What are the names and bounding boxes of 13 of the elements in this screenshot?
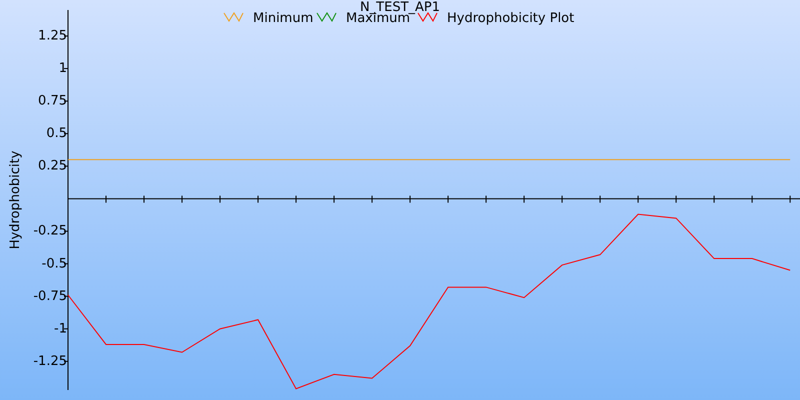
y-tick-label: -0.75	[33, 288, 67, 304]
legend-label: Minimum	[253, 11, 314, 26]
y-tick-label: 0.25	[38, 158, 67, 174]
y-tick-label: 0.75	[38, 94, 67, 109]
y-tick-label: -1.25	[33, 354, 67, 369]
y-axis-title: Hydrophobicity	[8, 150, 23, 250]
y-tick-label: -0.25	[33, 224, 67, 239]
y-tick-label: 1	[58, 61, 67, 76]
y-tick-label: -1	[54, 321, 67, 336]
y-tick-label: 0.5	[46, 126, 67, 142]
legend-label: Hydrophobicity Plot	[447, 11, 574, 26]
y-tick-label: -0.5	[42, 256, 67, 272]
y-tick-label: 1.25	[38, 28, 67, 44]
